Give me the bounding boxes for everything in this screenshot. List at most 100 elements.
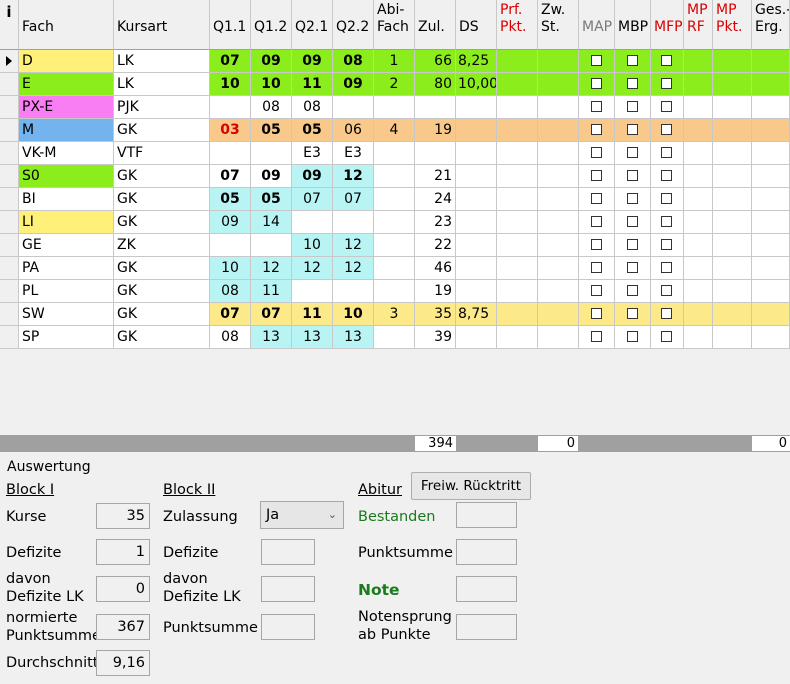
abi-fach-cell[interactable] [374,280,415,303]
map-checkbox[interactable] [590,147,602,158]
mp-pkt-cell[interactable] [713,303,752,326]
grade-q11[interactable] [210,96,251,119]
col-header-mfp[interactable]: MFP [651,0,684,50]
col-header-zul[interactable]: Zul. [415,0,456,50]
mfp-checkbox[interactable] [661,308,672,319]
abi-fach-cell[interactable] [374,165,415,188]
abi-fach-cell[interactable] [374,188,415,211]
mp-pkt-cell[interactable] [713,326,752,349]
map-checkbox[interactable] [590,239,602,250]
mbp-checkbox[interactable] [626,124,638,135]
prf-pkt-cell[interactable] [497,50,538,73]
fach-cell[interactable]: SP [19,326,114,349]
grade-q11[interactable]: 07 [210,303,251,326]
mbp-checkbox[interactable] [626,262,638,273]
abi-fach-cell[interactable] [374,234,415,257]
mbp-checkbox[interactable] [626,78,638,89]
grade-q22[interactable]: 13 [333,326,374,349]
grade-q12[interactable]: 09 [251,50,292,73]
mp-pkt-cell[interactable] [713,234,752,257]
mbp-checkbox[interactable] [626,193,638,204]
abi-fach-cell[interactable] [374,142,415,165]
mfp-checkbox[interactable] [661,101,672,112]
mp-rf-cell[interactable] [684,257,713,280]
col-header-mbp[interactable]: MBP [615,0,651,50]
prf-pkt-cell[interactable] [497,280,538,303]
col-header-zw-st[interactable]: Zw. St. [538,0,579,50]
mp-rf-cell[interactable] [684,280,713,303]
kursart-cell[interactable]: GK [114,303,210,326]
col-header-abi-fach[interactable]: Abi- Fach [374,0,415,50]
col-header-map[interactable]: MAP [579,0,615,50]
prf-pkt-cell[interactable] [497,73,538,96]
mbp-checkbox[interactable] [626,216,638,227]
grade-q11[interactable] [210,234,251,257]
mp-pkt-cell[interactable] [713,188,752,211]
mp-pkt-cell[interactable] [713,165,752,188]
grade-q11[interactable]: 07 [210,50,251,73]
mfp-checkbox[interactable] [661,147,672,158]
abi-fach-cell[interactable]: 1 [374,50,415,73]
col-header-ges-erg[interactable]: Ges.- Erg. [752,0,790,50]
grade-q11[interactable]: 05 [210,188,251,211]
abi-fach-cell[interactable]: 3 [374,303,415,326]
row-indicator[interactable] [0,188,19,211]
map-checkbox[interactable] [590,308,602,319]
fach-cell[interactable]: LI [19,211,114,234]
grade-q21[interactable]: 08 [292,96,333,119]
grade-q22[interactable]: E3 [333,142,374,165]
row-indicator[interactable] [0,165,19,188]
fach-cell[interactable]: M [19,119,114,142]
grade-q21[interactable]: 10 [292,234,333,257]
grade-q21[interactable]: 05 [292,119,333,142]
grade-q12[interactable]: 07 [251,303,292,326]
col-header-q21[interactable]: Q2.1 [292,0,333,50]
mfp-checkbox[interactable] [661,170,672,181]
row-indicator[interactable] [0,303,19,326]
mp-pkt-cell[interactable] [713,211,752,234]
col-header-fach[interactable]: Fach [19,0,114,50]
mp-pkt-cell[interactable] [713,257,752,280]
map-checkbox[interactable] [590,331,602,342]
grade-q21[interactable] [292,211,333,234]
grade-q11[interactable]: 10 [210,257,251,280]
grade-q22[interactable]: 12 [333,165,374,188]
mp-rf-cell[interactable] [684,96,713,119]
fach-cell[interactable]: PX-E [19,96,114,119]
kursart-cell[interactable]: ZK [114,234,210,257]
kursart-cell[interactable]: GK [114,188,210,211]
grade-q21[interactable]: 11 [292,303,333,326]
mbp-checkbox[interactable] [626,308,638,319]
row-indicator[interactable] [0,96,19,119]
map-checkbox[interactable] [590,285,602,296]
grade-q22[interactable] [333,96,374,119]
kursart-cell[interactable]: GK [114,257,210,280]
mfp-checkbox[interactable] [661,124,672,135]
mp-pkt-cell[interactable] [713,280,752,303]
map-checkbox[interactable] [590,101,602,112]
mfp-checkbox[interactable] [661,193,672,204]
fach-cell[interactable]: D [19,50,114,73]
mp-pkt-cell[interactable] [713,50,752,73]
mbp-checkbox[interactable] [626,55,638,66]
fach-cell[interactable]: E [19,73,114,96]
map-checkbox[interactable] [590,124,602,135]
prf-pkt-cell[interactable] [497,257,538,280]
row-indicator[interactable] [0,73,19,96]
col-header-kursart[interactable]: Kursart [114,0,210,50]
row-indicator[interactable] [0,119,19,142]
fach-cell[interactable]: VK-M [19,142,114,165]
prf-pkt-cell[interactable] [497,303,538,326]
abi-fach-cell[interactable]: 2 [374,73,415,96]
grade-q12[interactable] [251,234,292,257]
abi-fach-cell[interactable] [374,211,415,234]
mp-rf-cell[interactable] [684,188,713,211]
grade-q21[interactable]: 07 [292,188,333,211]
grade-q11[interactable]: 08 [210,326,251,349]
map-checkbox[interactable] [590,78,602,89]
grade-q12[interactable]: 05 [251,188,292,211]
fach-cell[interactable]: GE [19,234,114,257]
grade-q21[interactable]: 09 [292,165,333,188]
grade-q21[interactable]: 09 [292,50,333,73]
abi-fach-cell[interactable] [374,96,415,119]
